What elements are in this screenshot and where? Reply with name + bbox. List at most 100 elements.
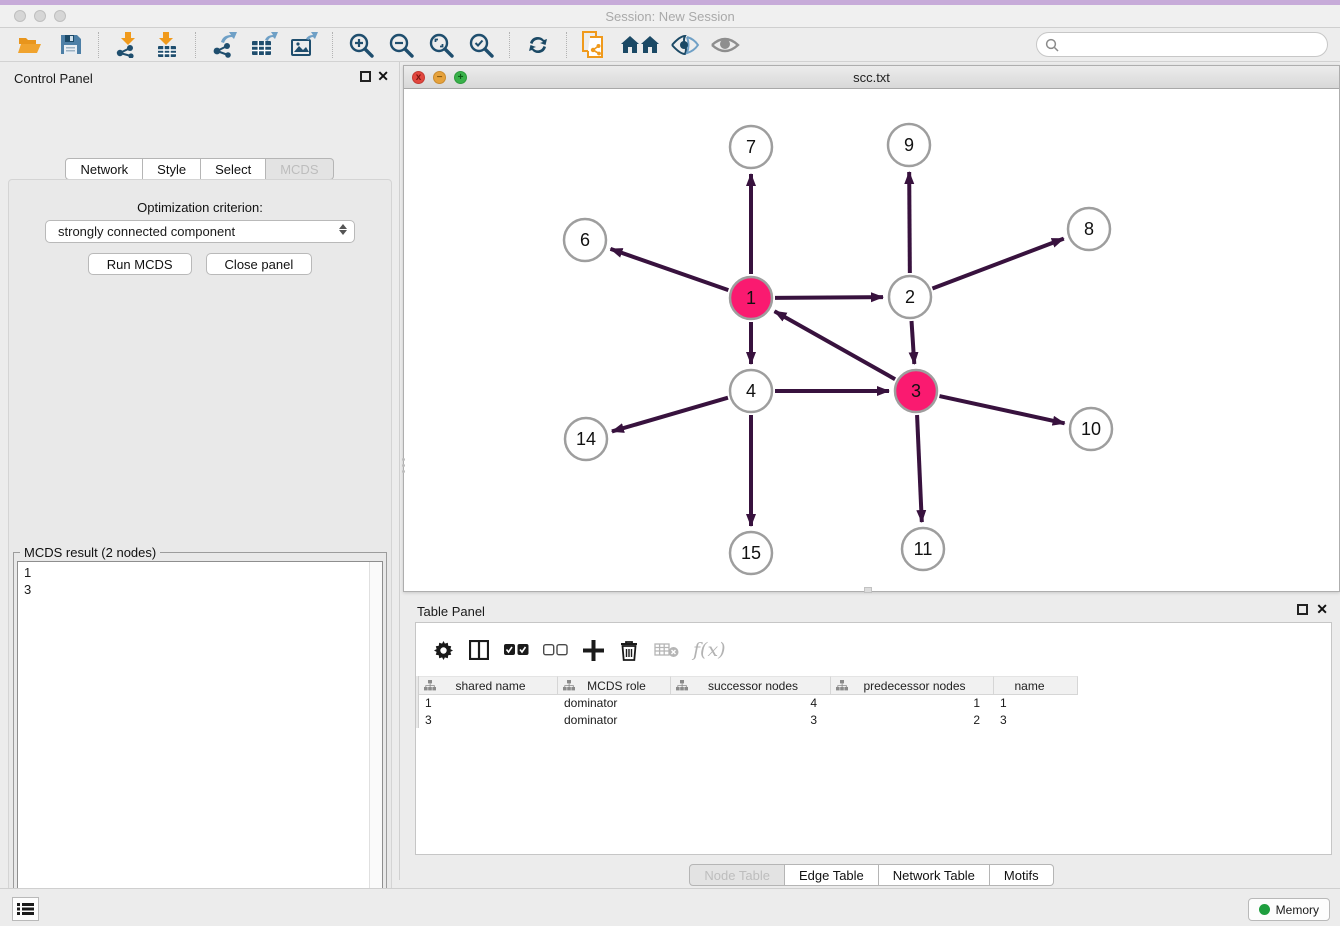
graph-node-9[interactable]: 9 [888,124,930,166]
cell-name[interactable]: 1 [994,695,1078,712]
cell-predecessor-nodes[interactable]: 1 [831,695,994,712]
graph-node-4[interactable]: 4 [730,370,772,412]
graph-node-14[interactable]: 14 [565,418,607,460]
window-accent-strip [0,0,1340,5]
graph-node-11[interactable]: 11 [902,528,944,570]
edge-1-2[interactable] [775,297,883,298]
run-mcds-button[interactable]: Run MCDS [88,253,192,275]
table-settings-icon[interactable] [432,638,454,662]
add-column-icon[interactable] [582,638,604,662]
optimization-criterion-value: strongly connected component [58,224,235,239]
node-table-container: f(x) shared nameMCDS rolesuccessor nodes… [415,622,1332,855]
clone-network-icon[interactable] [578,31,612,59]
edge-2-8[interactable] [932,239,1063,289]
column-header-successor-nodes[interactable]: successor nodes [671,676,831,695]
column-header-shared-name[interactable]: shared name [419,676,558,695]
mcds-result-list[interactable]: 13 [17,561,383,925]
graph-node-10[interactable]: 10 [1070,408,1112,450]
optimization-criterion-select[interactable]: strongly connected component [45,220,355,243]
toolbar-separator [509,32,510,58]
deselect-all-columns-icon[interactable] [543,638,568,662]
task-history-button[interactable] [12,897,39,921]
column-header-name[interactable]: name [994,676,1078,695]
tab-mcds[interactable]: MCDS [266,158,333,180]
column-layout-icon[interactable] [468,638,490,662]
export-network-icon[interactable] [207,31,241,59]
select-all-columns-icon[interactable] [504,638,529,662]
splitter-handle[interactable] [401,458,405,484]
edge-1-6[interactable] [610,249,728,290]
cell-successor-nodes[interactable]: 3 [671,712,831,729]
tab-node-table[interactable]: Node Table [689,864,785,886]
graph-node-7[interactable]: 7 [730,126,772,168]
cell-MCDS-role[interactable]: dominator [558,695,671,712]
graph-node-8[interactable]: 8 [1068,208,1110,250]
edge-2-9[interactable] [909,172,910,273]
zoom-selected-icon[interactable] [464,31,498,59]
tab-network[interactable]: Network [65,158,143,180]
cell-predecessor-nodes[interactable]: 2 [831,712,994,729]
graph-node-15[interactable]: 15 [730,532,772,574]
graph-node-3[interactable]: 3 [895,370,937,412]
delete-column-icon[interactable] [618,638,640,662]
table-row[interactable]: 3dominator323 [419,712,1330,729]
status-bar: Memory [0,888,1340,926]
tab-network-table[interactable]: Network Table [879,864,990,886]
network-window-titlebar[interactable]: x − + scc.txt [404,66,1339,89]
close-panel-button[interactable]: Close panel [206,253,313,275]
save-session-icon[interactable] [53,31,87,59]
cell-shared-name[interactable]: 3 [419,712,558,729]
tab-select[interactable]: Select [201,158,266,180]
svg-text:10: 10 [1081,419,1101,439]
tab-style[interactable]: Style [143,158,201,180]
refresh-icon[interactable] [521,31,555,59]
first-neighbors-icon[interactable] [618,31,662,59]
cell-MCDS-role[interactable]: dominator [558,712,671,729]
node-table: shared nameMCDS rolesuccessor nodesprede… [419,676,1330,729]
graph-node-1[interactable]: 1 [730,277,772,319]
table-tabbar: Node TableEdge TableNetwork TableMotifs [403,864,1340,886]
function-builder-icon[interactable]: f(x) [693,638,726,662]
cell-shared-name[interactable]: 1 [419,695,558,712]
result-scrollbar[interactable] [369,562,382,924]
memory-button[interactable]: Memory [1248,898,1330,921]
zoom-fit-icon[interactable] [424,31,458,59]
column-header-MCDS-role[interactable]: MCDS role [558,676,671,695]
mcds-panel: Optimization criterion: strongly connect… [8,179,392,926]
tab-edge-table[interactable]: Edge Table [785,864,879,886]
show-details-eye-icon[interactable] [708,31,742,59]
close-panel-icon[interactable]: ✕ [377,69,389,83]
delete-table-icon[interactable] [654,638,679,662]
export-table-icon[interactable] [247,31,281,59]
svg-text:14: 14 [576,429,596,449]
import-table-icon[interactable] [150,31,184,59]
edge-4-14[interactable] [612,398,728,432]
hide-details-icon[interactable] [668,31,702,59]
edge-2-3[interactable] [912,321,915,364]
control-panel: Control Panel ✕ NetworkStyleSelectMCDS O… [0,62,400,880]
edge-3-1[interactable] [775,311,896,379]
edge-3-10[interactable] [939,396,1064,423]
resize-handle[interactable] [864,587,872,593]
search-box[interactable] [1036,32,1328,57]
float-table-panel-icon[interactable] [1297,604,1308,615]
table-row[interactable]: 1dominator411 [419,695,1330,712]
network-canvas[interactable]: 7 9 6 8 1 2 4 3 14 10 15 11 [404,89,1339,591]
search-input[interactable] [1065,37,1315,52]
graph-node-2[interactable]: 2 [889,276,931,318]
zoom-in-icon[interactable] [344,31,378,59]
export-image-icon[interactable] [287,31,321,59]
zoom-out-icon[interactable] [384,31,418,59]
open-file-icon[interactable] [13,31,47,59]
tab-motifs[interactable]: Motifs [990,864,1054,886]
svg-text:15: 15 [741,543,761,563]
close-table-panel-icon[interactable]: ✕ [1316,602,1328,616]
svg-text:11: 11 [914,539,933,559]
edge-3-11[interactable] [917,415,922,522]
cell-name[interactable]: 3 [994,712,1078,729]
import-network-icon[interactable] [110,31,144,59]
column-header-predecessor-nodes[interactable]: predecessor nodes [831,676,994,695]
graph-node-6[interactable]: 6 [564,219,606,261]
cell-successor-nodes[interactable]: 4 [671,695,831,712]
float-panel-icon[interactable] [360,71,371,82]
